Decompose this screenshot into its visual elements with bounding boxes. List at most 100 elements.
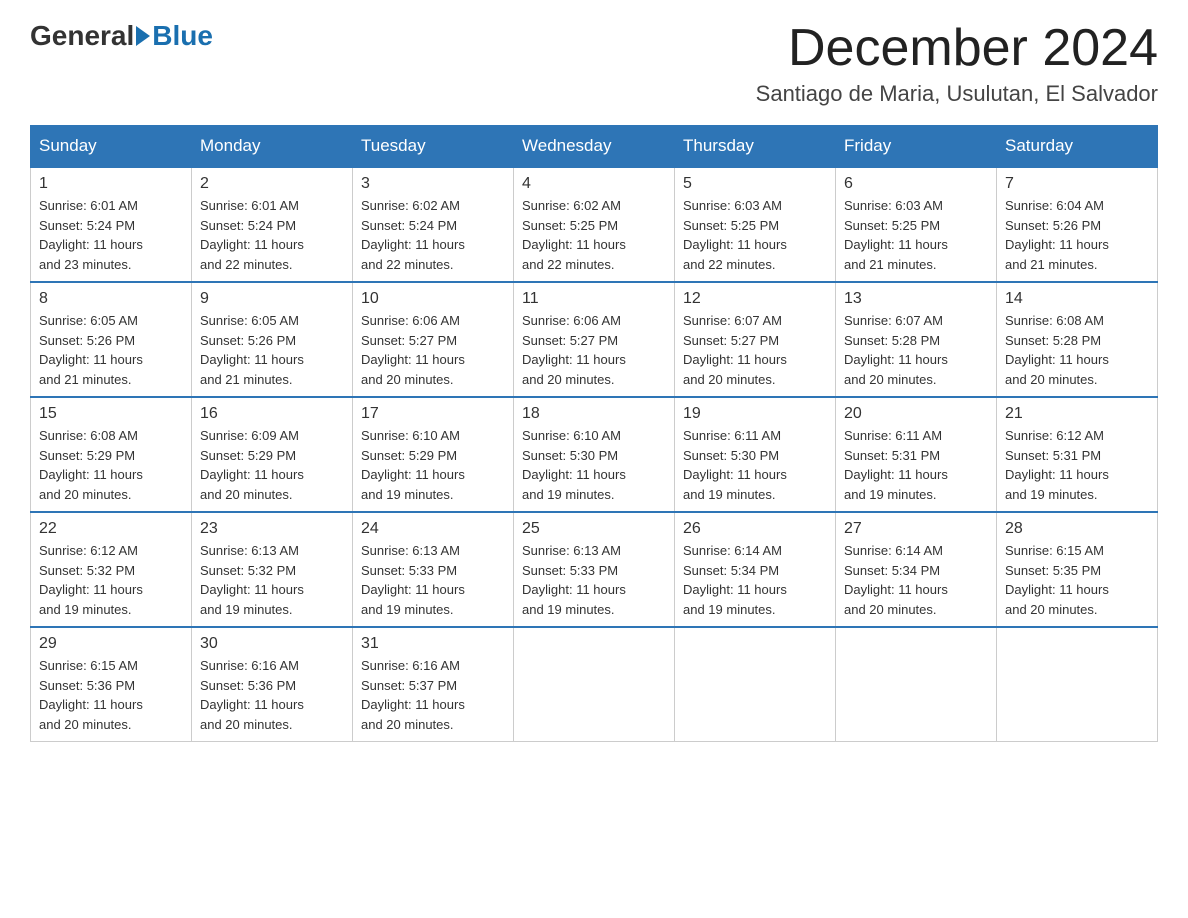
calendar-cell: 6 Sunrise: 6:03 AM Sunset: 5:25 PM Dayli…: [836, 167, 997, 282]
calendar-cell: 2 Sunrise: 6:01 AM Sunset: 5:24 PM Dayli…: [192, 167, 353, 282]
logo-blue-text: Blue: [152, 20, 213, 52]
month-title: December 2024: [756, 20, 1158, 77]
calendar-cell: 1 Sunrise: 6:01 AM Sunset: 5:24 PM Dayli…: [31, 167, 192, 282]
day-number: 26: [683, 520, 827, 538]
day-number: 30: [200, 635, 344, 653]
day-info: Sunrise: 6:10 AM Sunset: 5:30 PM Dayligh…: [522, 426, 666, 504]
week-row-2: 8 Sunrise: 6:05 AM Sunset: 5:26 PM Dayli…: [31, 282, 1158, 397]
day-info: Sunrise: 6:07 AM Sunset: 5:27 PM Dayligh…: [683, 311, 827, 389]
day-info: Sunrise: 6:14 AM Sunset: 5:34 PM Dayligh…: [844, 541, 988, 619]
calendar-cell: [997, 627, 1158, 742]
calendar-cell: 31 Sunrise: 6:16 AM Sunset: 5:37 PM Dayl…: [353, 627, 514, 742]
day-number: 6: [844, 175, 988, 193]
day-number: 27: [844, 520, 988, 538]
day-info: Sunrise: 6:16 AM Sunset: 5:36 PM Dayligh…: [200, 656, 344, 734]
day-info: Sunrise: 6:04 AM Sunset: 5:26 PM Dayligh…: [1005, 196, 1149, 274]
calendar-cell: 22 Sunrise: 6:12 AM Sunset: 5:32 PM Dayl…: [31, 512, 192, 627]
day-number: 14: [1005, 290, 1149, 308]
calendar-cell: 9 Sunrise: 6:05 AM Sunset: 5:26 PM Dayli…: [192, 282, 353, 397]
day-number: 2: [200, 175, 344, 193]
calendar-cell: 26 Sunrise: 6:14 AM Sunset: 5:34 PM Dayl…: [675, 512, 836, 627]
col-header-thursday: Thursday: [675, 126, 836, 168]
calendar-cell: 11 Sunrise: 6:06 AM Sunset: 5:27 PM Dayl…: [514, 282, 675, 397]
day-number: 29: [39, 635, 183, 653]
calendar-cell: 17 Sunrise: 6:10 AM Sunset: 5:29 PM Dayl…: [353, 397, 514, 512]
day-info: Sunrise: 6:05 AM Sunset: 5:26 PM Dayligh…: [200, 311, 344, 389]
calendar-cell: 20 Sunrise: 6:11 AM Sunset: 5:31 PM Dayl…: [836, 397, 997, 512]
calendar-cell: 25 Sunrise: 6:13 AM Sunset: 5:33 PM Dayl…: [514, 512, 675, 627]
day-info: Sunrise: 6:14 AM Sunset: 5:34 PM Dayligh…: [683, 541, 827, 619]
col-header-sunday: Sunday: [31, 126, 192, 168]
week-row-3: 15 Sunrise: 6:08 AM Sunset: 5:29 PM Dayl…: [31, 397, 1158, 512]
day-number: 23: [200, 520, 344, 538]
day-info: Sunrise: 6:09 AM Sunset: 5:29 PM Dayligh…: [200, 426, 344, 504]
day-info: Sunrise: 6:02 AM Sunset: 5:24 PM Dayligh…: [361, 196, 505, 274]
calendar-cell: 5 Sunrise: 6:03 AM Sunset: 5:25 PM Dayli…: [675, 167, 836, 282]
week-row-1: 1 Sunrise: 6:01 AM Sunset: 5:24 PM Dayli…: [31, 167, 1158, 282]
day-info: Sunrise: 6:05 AM Sunset: 5:26 PM Dayligh…: [39, 311, 183, 389]
page-header: General Blue December 2024 Santiago de M…: [30, 20, 1158, 107]
day-info: Sunrise: 6:06 AM Sunset: 5:27 PM Dayligh…: [361, 311, 505, 389]
calendar-cell: 18 Sunrise: 6:10 AM Sunset: 5:30 PM Dayl…: [514, 397, 675, 512]
title-block: December 2024 Santiago de Maria, Usuluta…: [756, 20, 1158, 107]
day-number: 25: [522, 520, 666, 538]
day-info: Sunrise: 6:13 AM Sunset: 5:33 PM Dayligh…: [361, 541, 505, 619]
day-number: 18: [522, 405, 666, 423]
logo-general-text: General: [30, 20, 134, 52]
day-info: Sunrise: 6:12 AM Sunset: 5:31 PM Dayligh…: [1005, 426, 1149, 504]
day-number: 1: [39, 175, 183, 193]
logo: General Blue: [30, 20, 213, 52]
day-info: Sunrise: 6:01 AM Sunset: 5:24 PM Dayligh…: [200, 196, 344, 274]
calendar-cell: [514, 627, 675, 742]
day-number: 16: [200, 405, 344, 423]
day-info: Sunrise: 6:01 AM Sunset: 5:24 PM Dayligh…: [39, 196, 183, 274]
calendar-cell: 15 Sunrise: 6:08 AM Sunset: 5:29 PM Dayl…: [31, 397, 192, 512]
day-info: Sunrise: 6:11 AM Sunset: 5:31 PM Dayligh…: [844, 426, 988, 504]
day-number: 5: [683, 175, 827, 193]
calendar-cell: 29 Sunrise: 6:15 AM Sunset: 5:36 PM Dayl…: [31, 627, 192, 742]
day-info: Sunrise: 6:13 AM Sunset: 5:32 PM Dayligh…: [200, 541, 344, 619]
day-info: Sunrise: 6:03 AM Sunset: 5:25 PM Dayligh…: [683, 196, 827, 274]
calendar-cell: 23 Sunrise: 6:13 AM Sunset: 5:32 PM Dayl…: [192, 512, 353, 627]
logo-arrow-icon: [136, 26, 150, 46]
calendar-cell: [836, 627, 997, 742]
calendar-cell: 3 Sunrise: 6:02 AM Sunset: 5:24 PM Dayli…: [353, 167, 514, 282]
day-info: Sunrise: 6:12 AM Sunset: 5:32 PM Dayligh…: [39, 541, 183, 619]
day-info: Sunrise: 6:08 AM Sunset: 5:29 PM Dayligh…: [39, 426, 183, 504]
day-info: Sunrise: 6:10 AM Sunset: 5:29 PM Dayligh…: [361, 426, 505, 504]
col-header-tuesday: Tuesday: [353, 126, 514, 168]
calendar-cell: [675, 627, 836, 742]
week-row-4: 22 Sunrise: 6:12 AM Sunset: 5:32 PM Dayl…: [31, 512, 1158, 627]
day-number: 10: [361, 290, 505, 308]
calendar-cell: 12 Sunrise: 6:07 AM Sunset: 5:27 PM Dayl…: [675, 282, 836, 397]
calendar-cell: 7 Sunrise: 6:04 AM Sunset: 5:26 PM Dayli…: [997, 167, 1158, 282]
day-number: 24: [361, 520, 505, 538]
day-number: 20: [844, 405, 988, 423]
calendar-cell: 14 Sunrise: 6:08 AM Sunset: 5:28 PM Dayl…: [997, 282, 1158, 397]
col-header-wednesday: Wednesday: [514, 126, 675, 168]
calendar-cell: 28 Sunrise: 6:15 AM Sunset: 5:35 PM Dayl…: [997, 512, 1158, 627]
week-row-5: 29 Sunrise: 6:15 AM Sunset: 5:36 PM Dayl…: [31, 627, 1158, 742]
day-info: Sunrise: 6:15 AM Sunset: 5:36 PM Dayligh…: [39, 656, 183, 734]
calendar-cell: 4 Sunrise: 6:02 AM Sunset: 5:25 PM Dayli…: [514, 167, 675, 282]
calendar-cell: 19 Sunrise: 6:11 AM Sunset: 5:30 PM Dayl…: [675, 397, 836, 512]
calendar-cell: 30 Sunrise: 6:16 AM Sunset: 5:36 PM Dayl…: [192, 627, 353, 742]
col-header-friday: Friday: [836, 126, 997, 168]
calendar-cell: 21 Sunrise: 6:12 AM Sunset: 5:31 PM Dayl…: [997, 397, 1158, 512]
day-info: Sunrise: 6:06 AM Sunset: 5:27 PM Dayligh…: [522, 311, 666, 389]
col-header-saturday: Saturday: [997, 126, 1158, 168]
day-number: 8: [39, 290, 183, 308]
day-number: 31: [361, 635, 505, 653]
location-subtitle: Santiago de Maria, Usulutan, El Salvador: [756, 81, 1158, 107]
day-number: 3: [361, 175, 505, 193]
calendar-cell: 16 Sunrise: 6:09 AM Sunset: 5:29 PM Dayl…: [192, 397, 353, 512]
day-info: Sunrise: 6:15 AM Sunset: 5:35 PM Dayligh…: [1005, 541, 1149, 619]
calendar-cell: 24 Sunrise: 6:13 AM Sunset: 5:33 PM Dayl…: [353, 512, 514, 627]
day-number: 17: [361, 405, 505, 423]
day-number: 11: [522, 290, 666, 308]
header-row: SundayMondayTuesdayWednesdayThursdayFrid…: [31, 126, 1158, 168]
day-number: 22: [39, 520, 183, 538]
day-info: Sunrise: 6:16 AM Sunset: 5:37 PM Dayligh…: [361, 656, 505, 734]
day-number: 4: [522, 175, 666, 193]
day-info: Sunrise: 6:02 AM Sunset: 5:25 PM Dayligh…: [522, 196, 666, 274]
